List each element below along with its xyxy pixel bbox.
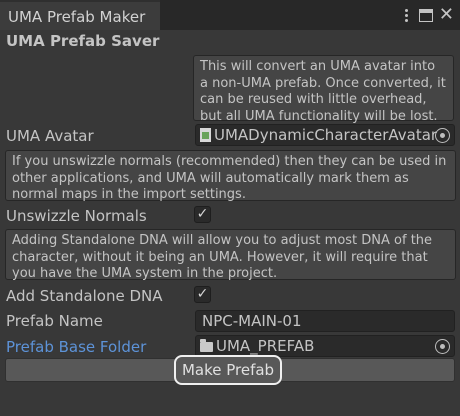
folder-picker-icon[interactable]: [435, 339, 450, 354]
help-box-unswizzle: If you unswizzle normals (recommended) t…: [5, 150, 456, 202]
window-tab[interactable]: UMA Prefab Maker: [0, 0, 160, 30]
prefab-base-folder-label[interactable]: Prefab Base Folder: [6, 338, 146, 356]
standalone-dna-checkbox[interactable]: ✓: [194, 286, 211, 303]
standalone-dna-label: Add Standalone DNA: [6, 287, 163, 305]
help-text-intro: This will convert an UMA avatar into a n…: [200, 59, 446, 124]
prefab-base-folder-field[interactable]: UMA_PREFAB: [195, 335, 455, 357]
prefab-name-value: NPC-MAIN-01: [202, 312, 302, 330]
prefab-name-label: Prefab Name: [6, 312, 103, 330]
window-tab-title: UMA Prefab Maker: [8, 8, 146, 26]
uma-avatar-value: UMADynamicCharacterAvatar: [214, 126, 438, 144]
window-tab-bar: UMA Prefab Maker ✕: [0, 0, 460, 30]
folder-icon: [200, 339, 213, 352]
help-text-unswizzle: If you unswizzle normals (recommended) t…: [12, 154, 447, 202]
uma-avatar-field[interactable]: UMADynamicCharacterAvatar: [195, 124, 455, 146]
maximize-icon[interactable]: [418, 8, 433, 22]
close-icon[interactable]: ✕: [439, 6, 454, 24]
help-box-standalone: Adding Standalone DNA will allow you to …: [5, 229, 456, 281]
unswizzle-normals-label: Unswizzle Normals: [6, 207, 147, 225]
object-picker-icon[interactable]: [435, 128, 450, 143]
section-title: UMA Prefab Saver: [6, 32, 160, 50]
help-text-standalone: Adding Standalone DNA will allow you to …: [12, 233, 433, 281]
prefab-base-folder-value: UMA_PREFAB: [216, 337, 315, 355]
unswizzle-normals-checkbox[interactable]: ✓: [194, 206, 211, 223]
uma-avatar-label: UMA Avatar: [6, 127, 94, 145]
make-prefab-button-label[interactable]: Make Prefab: [174, 355, 282, 385]
kebab-menu-icon[interactable]: [401, 6, 413, 24]
prefab-name-input[interactable]: NPC-MAIN-01: [195, 310, 455, 332]
script-object-icon: [200, 128, 211, 142]
help-box-intro: This will convert an UMA avatar into a n…: [193, 55, 454, 124]
window-controls: ✕: [401, 4, 454, 26]
